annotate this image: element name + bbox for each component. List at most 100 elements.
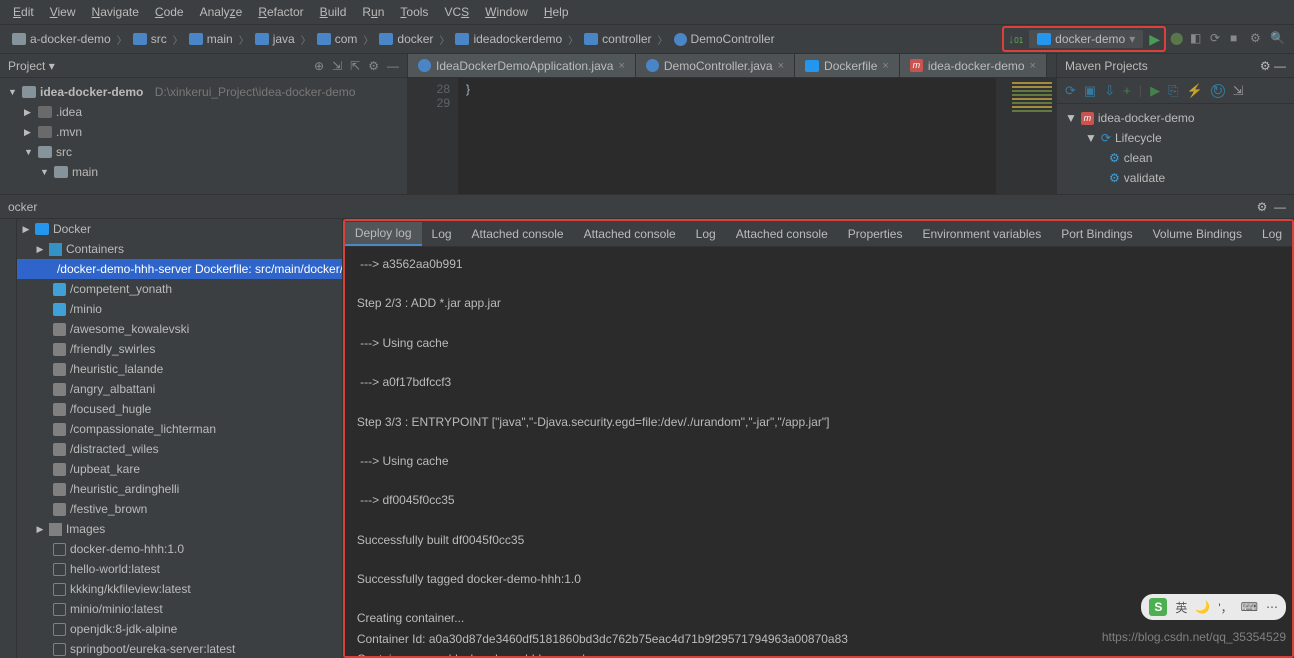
project-tree[interactable]: ▼idea-docker-demo D:\xinkerui_Project\id… bbox=[0, 78, 407, 194]
moon-icon[interactable]: 🌙 bbox=[1195, 600, 1210, 614]
container-item[interactable]: /heuristic_ardinghelli bbox=[17, 479, 342, 499]
maven-lifecycle-node[interactable]: ▼⟳Lifecycle bbox=[1057, 128, 1294, 148]
close-icon[interactable]: × bbox=[1030, 60, 1036, 72]
tab-attached-console[interactable]: Attached console bbox=[574, 223, 686, 245]
menu-code[interactable]: Code bbox=[148, 3, 191, 21]
container-item[interactable]: /competent_yonath bbox=[17, 279, 342, 299]
maven-goal-clean[interactable]: ⚙clean bbox=[1057, 148, 1294, 168]
arrow-down-icon[interactable]: ↓01 bbox=[1008, 32, 1023, 46]
menu-run[interactable]: Run bbox=[355, 3, 391, 21]
menu-tools[interactable]: Tools bbox=[393, 3, 435, 21]
tree-node-src[interactable]: ▼src bbox=[0, 142, 407, 162]
breadcrumb-item[interactable]: java bbox=[251, 30, 299, 48]
menu-view[interactable]: View bbox=[43, 3, 83, 21]
breadcrumb-item[interactable]: com bbox=[313, 30, 362, 48]
hide-icon[interactable]: — bbox=[1274, 200, 1286, 214]
hide-icon[interactable]: — bbox=[1274, 59, 1286, 73]
container-item[interactable]: /distracted_wiles bbox=[17, 439, 342, 459]
breadcrumb-item[interactable]: src bbox=[129, 30, 171, 48]
gear-icon[interactable]: ⚙ bbox=[368, 59, 379, 73]
editor-tab[interactable]: DemoController.java× bbox=[636, 54, 795, 77]
code-area[interactable]: } bbox=[458, 78, 996, 194]
tab-attached-console[interactable]: Attached console bbox=[462, 223, 574, 245]
close-icon[interactable]: × bbox=[778, 60, 784, 72]
show-deps-icon[interactable]: ↻ bbox=[1211, 84, 1225, 98]
tab-log[interactable]: Log bbox=[422, 223, 462, 245]
image-item[interactable]: kkking/kkfileview:latest bbox=[17, 579, 342, 599]
close-icon[interactable]: × bbox=[618, 60, 624, 72]
tab-volume-bindings[interactable]: Volume Bindings bbox=[1143, 223, 1252, 245]
container-item[interactable]: /festive_brown bbox=[17, 499, 342, 519]
container-item[interactable]: /friendly_swirles bbox=[17, 339, 342, 359]
gear-icon[interactable]: ⚙ bbox=[1260, 59, 1271, 73]
gear-icon[interactable]: ⚙ bbox=[1257, 200, 1268, 214]
tab-log[interactable]: Log bbox=[686, 223, 726, 245]
tab-log[interactable]: Log bbox=[1252, 223, 1292, 245]
add-icon[interactable]: + bbox=[1123, 83, 1131, 98]
sogou-icon[interactable]: S bbox=[1149, 598, 1167, 616]
punct-icon[interactable]: '， bbox=[1218, 599, 1232, 616]
breadcrumb-item[interactable]: DemoController bbox=[670, 30, 779, 48]
download-icon[interactable]: ⇩ bbox=[1104, 83, 1115, 99]
coverage-button[interactable]: ◧ bbox=[1190, 31, 1206, 47]
editor-tab[interactable]: Dockerfile× bbox=[795, 54, 900, 77]
tree-node-mvn[interactable]: ▶.mvn bbox=[0, 122, 407, 142]
container-item[interactable]: /heuristic_lalande bbox=[17, 359, 342, 379]
debug-button[interactable]: ⬤ bbox=[1170, 31, 1186, 47]
tree-node-idea[interactable]: ▶.idea bbox=[0, 102, 407, 122]
tab-attached-console[interactable]: Attached console bbox=[726, 223, 838, 245]
container-item[interactable]: /compassionate_lichterman bbox=[17, 419, 342, 439]
editor-tab[interactable]: IdeaDockerDemoApplication.java× bbox=[408, 54, 636, 77]
containers-node[interactable]: ▶Containers bbox=[17, 239, 342, 259]
search-button[interactable]: 🔍 bbox=[1270, 31, 1286, 47]
stop-button[interactable]: ■ bbox=[1230, 31, 1246, 47]
menu-window[interactable]: Window bbox=[478, 3, 535, 21]
generate-sources-icon[interactable]: ▣ bbox=[1084, 83, 1096, 99]
container-item[interactable]: /focused_hugle bbox=[17, 399, 342, 419]
toggle-offline-icon[interactable]: ⚡ bbox=[1187, 83, 1203, 99]
tree-node-main[interactable]: ▼main bbox=[0, 162, 407, 182]
image-item[interactable]: docker-demo-hhh:1.0 bbox=[17, 539, 342, 559]
lang-indicator[interactable]: 英 bbox=[1175, 599, 1187, 616]
breadcrumb-item[interactable]: main bbox=[185, 30, 237, 48]
maven-tree[interactable]: ▼midea-docker-demo ▼⟳Lifecycle ⚙clean ⚙v… bbox=[1057, 104, 1294, 192]
menu-analyze[interactable]: Analyze bbox=[193, 3, 250, 21]
breadcrumb-item[interactable]: controller bbox=[580, 30, 655, 48]
container-item[interactable]: /angry_albattani bbox=[17, 379, 342, 399]
tab-properties[interactable]: Properties bbox=[838, 223, 913, 245]
docker-tree[interactable]: ▶Docker ▶Containers /docker-demo-hhh-ser… bbox=[17, 219, 343, 658]
expand-icon[interactable]: ⇱ bbox=[350, 59, 360, 73]
breadcrumb-item[interactable]: docker bbox=[375, 30, 437, 48]
more-icon[interactable]: ⋯ bbox=[1266, 600, 1278, 614]
container-selected[interactable]: /docker-demo-hhh-server Dockerfile: src/… bbox=[17, 259, 342, 279]
menu-build[interactable]: Build bbox=[313, 3, 354, 21]
menu-refactor[interactable]: Refactor bbox=[251, 3, 310, 21]
run-button[interactable]: ▶ bbox=[1149, 31, 1160, 48]
scroll-to-source-icon[interactable]: ⊕ bbox=[314, 59, 324, 73]
collapse-icon[interactable]: ⇲ bbox=[332, 59, 342, 73]
project-view-selector[interactable]: Project ▾ bbox=[8, 59, 55, 73]
image-item[interactable]: minio/minio:latest bbox=[17, 599, 342, 619]
container-item[interactable]: /upbeat_kare bbox=[17, 459, 342, 479]
menu-vcs[interactable]: VCS bbox=[437, 3, 476, 21]
breadcrumb-item[interactable]: a-docker-demo bbox=[8, 30, 115, 48]
minimap[interactable] bbox=[996, 78, 1056, 194]
menu-help[interactable]: Help bbox=[537, 3, 576, 21]
image-item[interactable]: springboot/eureka-server:latest bbox=[17, 639, 342, 658]
tab-port-bindings[interactable]: Port Bindings bbox=[1051, 223, 1142, 245]
image-item[interactable]: openjdk:8-jdk-alpine bbox=[17, 619, 342, 639]
menu-edit[interactable]: Edit bbox=[6, 3, 41, 21]
close-icon[interactable]: × bbox=[882, 60, 888, 72]
run-icon[interactable]: ▶ bbox=[1150, 83, 1160, 99]
refresh-icon[interactable]: ⟳ bbox=[1065, 83, 1076, 99]
container-item[interactable]: /awesome_kowalevski bbox=[17, 319, 342, 339]
menu-navigate[interactable]: Navigate bbox=[85, 3, 146, 21]
breadcrumb-item[interactable]: ideadockerdemo bbox=[451, 30, 566, 48]
collapse-all-icon[interactable]: ⇲ bbox=[1233, 83, 1244, 99]
container-item[interactable]: /minio bbox=[17, 299, 342, 319]
editor-tab[interactable]: midea-docker-demo× bbox=[900, 54, 1047, 77]
images-node[interactable]: ▶Images bbox=[17, 519, 342, 539]
image-item[interactable]: hello-world:latest bbox=[17, 559, 342, 579]
tab-env-vars[interactable]: Environment variables bbox=[912, 223, 1051, 245]
tab-deploy-log[interactable]: Deploy log bbox=[345, 222, 422, 246]
